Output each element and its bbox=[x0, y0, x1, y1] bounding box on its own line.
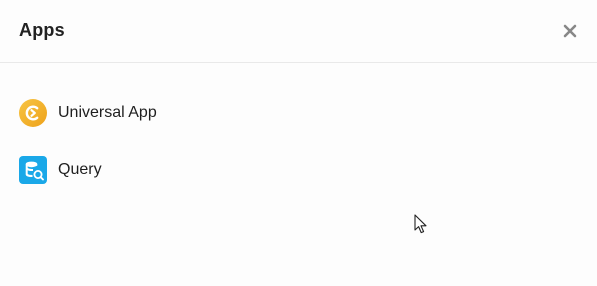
panel-header: Apps bbox=[0, 0, 597, 63]
query-icon bbox=[19, 156, 47, 184]
panel-title: Apps bbox=[19, 20, 65, 40]
apps-panel: Apps Universal App Query bbox=[0, 0, 597, 286]
mouse-cursor-icon bbox=[414, 214, 427, 234]
app-item-query[interactable]: Query bbox=[19, 155, 319, 185]
universal-app-icon bbox=[19, 99, 47, 127]
close-icon bbox=[563, 24, 577, 38]
app-label-universal-app: Universal App bbox=[58, 104, 157, 121]
close-button[interactable] bbox=[560, 21, 580, 41]
app-item-universal-app[interactable]: Universal App bbox=[19, 98, 319, 128]
app-label-query: Query bbox=[58, 161, 102, 178]
